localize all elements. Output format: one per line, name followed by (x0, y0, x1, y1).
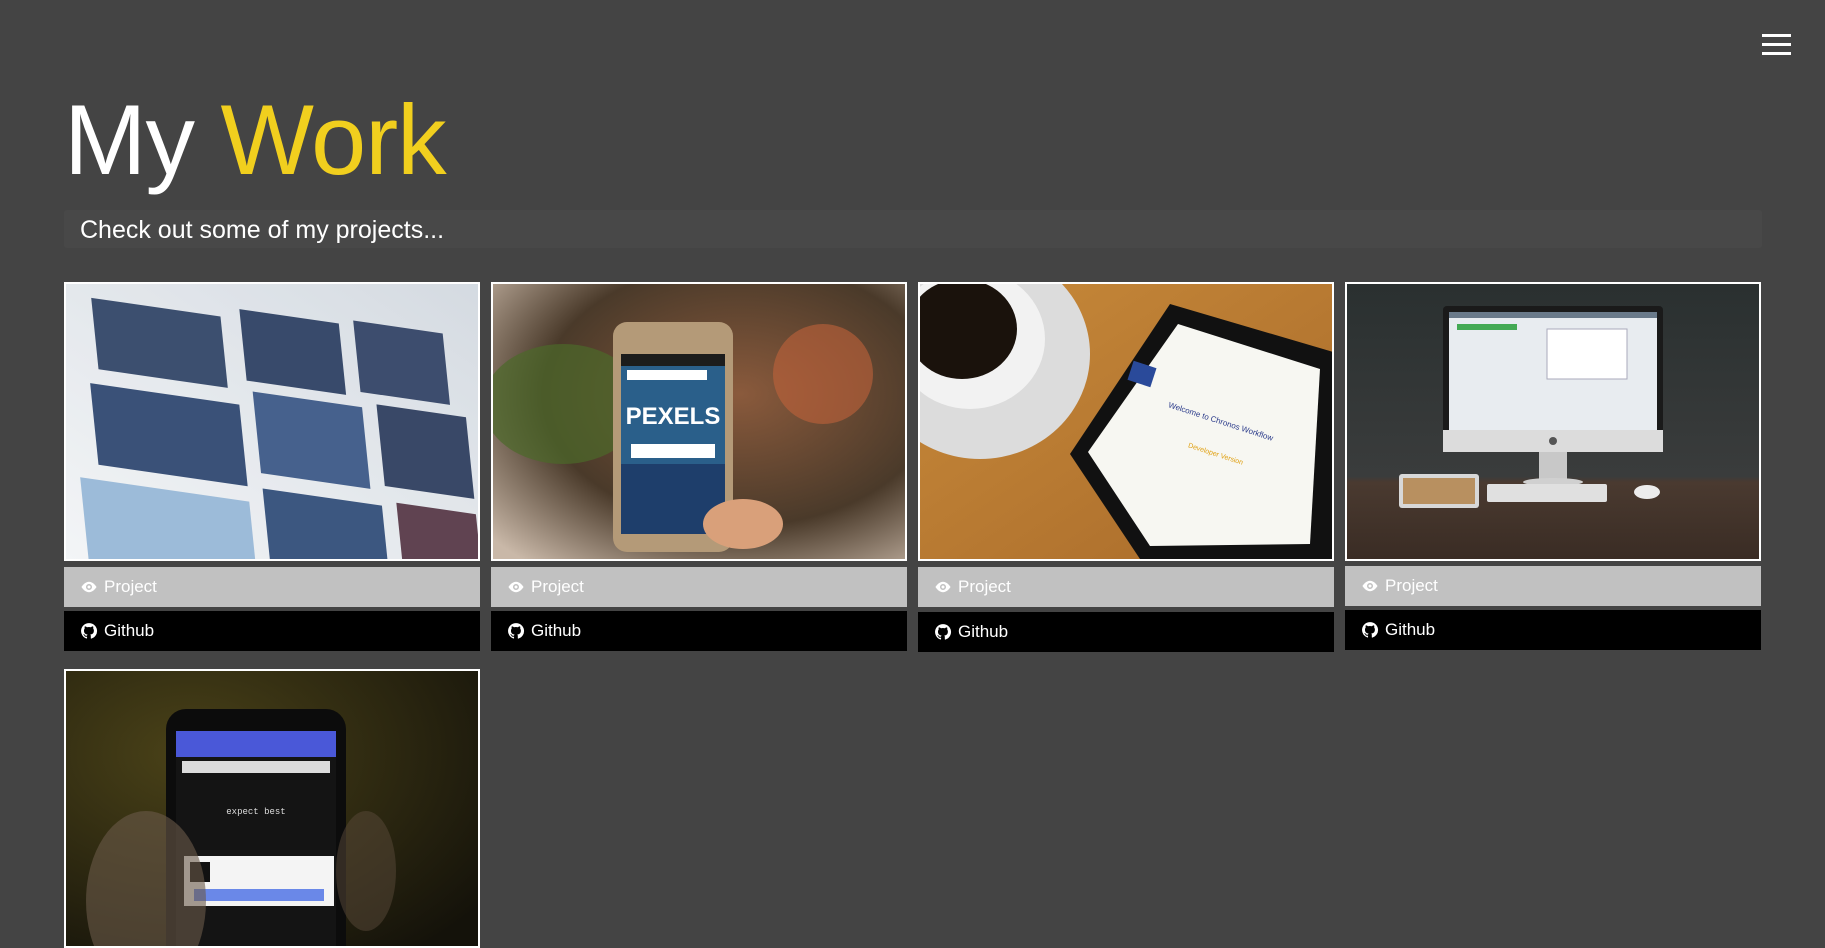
menu-line (1762, 52, 1791, 55)
github-button-label: Github (104, 621, 155, 640)
github-button[interactable]: Github (64, 611, 480, 651)
project-thumbnail[interactable]: expect best (64, 669, 480, 948)
project-button-label: Project (104, 577, 157, 596)
project-card: Project Github (64, 282, 480, 651)
subtitle-bar: Check out some of my projects... (64, 210, 1762, 248)
page-title-main: My (64, 84, 195, 195)
project-thumbnail[interactable]: Welcome to Chronos Workflow Developer Ve… (918, 282, 1334, 561)
menu-line (1762, 34, 1791, 37)
menu-line (1762, 43, 1791, 46)
project-button[interactable]: Project (1345, 566, 1761, 606)
project-thumbnail[interactable] (1345, 282, 1761, 561)
github-button[interactable]: Github (1345, 610, 1761, 650)
project-button-label: Project (531, 577, 584, 596)
eye-icon (1361, 577, 1379, 595)
project-card: PEXELS Project Github (491, 282, 907, 651)
github-icon (1361, 621, 1379, 639)
github-button-label: Github (958, 622, 1009, 641)
project-thumbnail[interactable]: PEXELS (491, 282, 907, 561)
project-button[interactable]: Project (64, 567, 480, 607)
page-title-accent: Work (220, 84, 446, 195)
project-card: expect best (64, 669, 480, 948)
github-icon (507, 622, 525, 640)
project-button[interactable]: Project (491, 567, 907, 607)
github-button[interactable]: Github (918, 612, 1334, 652)
project-button-label: Project (958, 577, 1011, 596)
hamburger-menu-icon[interactable] (1762, 34, 1791, 56)
github-icon (80, 622, 98, 640)
project-button[interactable]: Project (918, 567, 1334, 607)
project-button-label: Project (1385, 576, 1438, 595)
project-card: Project Github (1345, 282, 1761, 650)
github-button-label: Github (1385, 620, 1436, 639)
project-thumbnail[interactable] (64, 282, 480, 561)
github-button-label: Github (531, 621, 582, 640)
github-icon (934, 623, 952, 641)
eye-icon (934, 578, 952, 596)
svg-text:expect best: expect best (226, 807, 285, 817)
project-card: Welcome to Chronos Workflow Developer Ve… (918, 282, 1334, 652)
page-title: My Work (64, 80, 447, 200)
eye-icon (507, 578, 525, 596)
page-subtitle: Check out some of my projects... (80, 216, 445, 244)
github-button[interactable]: Github (491, 611, 907, 651)
svg-text:PEXELS: PEXELS (626, 403, 721, 430)
eye-icon (80, 578, 98, 596)
